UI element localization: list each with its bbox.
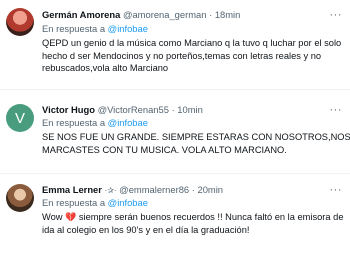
- reply-context: En respuesta a @infobae: [42, 197, 148, 209]
- tweet-text-line: hecho d ser Mendocinos y no porteños,tem…: [42, 50, 322, 61]
- tweet-text-line: SE NOS FUE UN GRANDE. SIEMPRE ESTARAS CO…: [42, 132, 350, 142]
- avatar[interactable]: V: [6, 104, 34, 132]
- avatar-letter: V: [14, 109, 25, 127]
- author-handle[interactable]: @amorena_german: [123, 9, 207, 20]
- more-options-icon[interactable]: ···: [330, 184, 343, 196]
- tweet-text-line: rebuscados,vola alto Marciano: [42, 63, 169, 73]
- tweet-text-wow: Wow: [42, 212, 63, 222]
- more-options-icon[interactable]: ···: [330, 9, 343, 21]
- reply-prefix: En respuesta a: [42, 197, 106, 208]
- reply-prefix: En respuesta a: [42, 23, 106, 34]
- tweet-text-line: QEPD un genio d la música como Marciano …: [42, 38, 342, 48]
- reply-mention[interactable]: @infobae: [108, 23, 148, 34]
- reply-mention[interactable]: @infobae: [108, 117, 148, 128]
- tweet-header: Germán Amorena @amorena_german · 18min: [42, 9, 241, 20]
- tweet-emma[interactable]: Emma Lerner ·✰· @emmalerner86 · 20min ··…: [0, 174, 350, 260]
- avatar[interactable]: [6, 8, 34, 36]
- tweet-header: Victor Hugo @VictorRenan55 · 10min: [42, 104, 203, 115]
- tweet-victor[interactable]: V Victor Hugo @VictorRenan55 · 10min ···…: [0, 90, 350, 174]
- name-stars-badge: ·✰·: [104, 186, 117, 195]
- tweet-text-rest: siempre serán buenos recuerdos !! Nunca …: [78, 212, 344, 222]
- tweet-text-line: ida al colegio en los 90's y en el día l…: [42, 224, 250, 235]
- avatar[interactable]: [6, 184, 34, 212]
- timestamp[interactable]: 18min: [215, 9, 241, 20]
- tweet-text: Wow 💔 siempre serán buenos recuerdos !! …: [42, 211, 344, 236]
- tweet-text: QEPD un genio d la música como Marciano …: [42, 37, 344, 75]
- author-handle[interactable]: @emmalerner86: [119, 184, 189, 195]
- more-options-icon[interactable]: ···: [330, 104, 343, 116]
- tweet-text-line: Wow 💔 siempre serán buenos recuerdos !! …: [42, 211, 344, 224]
- tweet-text: SE NOS FUE UN GRANDE. SIEMPRE ESTARAS CO…: [42, 131, 350, 156]
- author-handle[interactable]: @VictorRenan55: [98, 104, 169, 115]
- reply-prefix: En respuesta a: [42, 117, 106, 128]
- reply-mention[interactable]: @infobae: [108, 197, 148, 208]
- reply-context: En respuesta a @infobae: [42, 23, 148, 35]
- author-name[interactable]: Germán Amorena: [42, 9, 120, 20]
- tweet-german[interactable]: Germán Amorena @amorena_german · 18min ·…: [0, 0, 350, 90]
- author-name[interactable]: Emma Lerner: [42, 184, 102, 195]
- tweet-header: Emma Lerner ·✰· @emmalerner86 · 20min: [42, 184, 224, 195]
- broken-heart-icon: 💔: [65, 212, 77, 222]
- author-name[interactable]: Victor Hugo: [42, 104, 95, 115]
- tweet-text-line: MARCASTES CON TU MUSICA. VOLA ALTO MARCI…: [42, 144, 287, 155]
- timestamp[interactable]: 10min: [177, 104, 203, 115]
- timestamp[interactable]: 20min: [197, 184, 223, 195]
- reply-context: En respuesta a @infobae: [42, 117, 148, 129]
